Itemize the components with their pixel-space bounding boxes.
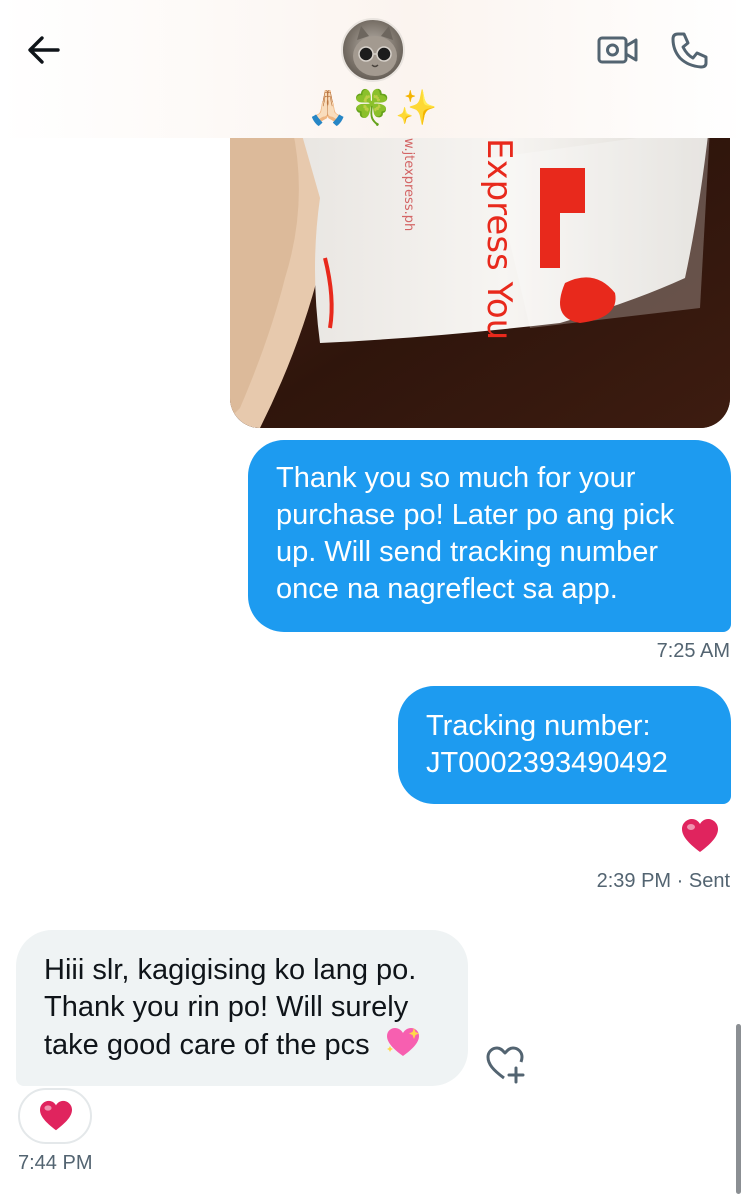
message-timestamp: 7:44 PM (18, 1152, 93, 1174)
heart-reaction-icon[interactable] (680, 818, 720, 854)
phone-call-icon[interactable] (668, 28, 712, 72)
scrollbar[interactable] (736, 1024, 741, 1194)
message-text: Tracking number: JT0002393490492 (426, 710, 668, 779)
heart-reaction-icon (40, 1100, 72, 1131)
message-status: 2:39 PM · Sent (597, 870, 730, 893)
avatar[interactable] (341, 18, 405, 82)
add-reaction-icon[interactable] (484, 1042, 528, 1086)
message-text: Hiii slr, kagigising ko lang po. Thank y… (44, 954, 417, 1061)
cat-with-glasses-icon (353, 26, 397, 76)
contact-name[interactable]: 🙏🏻🍀✨ (300, 88, 446, 128)
sent-message-bubble[interactable]: Thank you so much for your purchase po! … (248, 440, 731, 632)
message-timestamp: 2:39 PM (596, 870, 672, 892)
sent-message-bubble[interactable]: Tracking number: JT0002393490492 (398, 686, 731, 804)
received-reaction-pill[interactable] (18, 1088, 92, 1144)
message-timestamp: 7:25 AM (656, 640, 730, 662)
photo-message[interactable]: Express You w.jtexpress.ph (230, 118, 730, 428)
package-print-text: Express You (479, 138, 519, 340)
sparkling-heart-icon (386, 1028, 419, 1056)
conversation-header: 🙏🏻🍀✨ (0, 0, 746, 138)
arrow-left-icon[interactable] (22, 28, 66, 72)
message-text: Thank you so much for your purchase po! … (276, 462, 675, 605)
package-url-text: w.jtexpress.ph (401, 138, 416, 231)
received-message-bubble[interactable]: Hiii slr, kagigising ko lang po. Thank y… (16, 930, 468, 1086)
video-call-icon[interactable] (596, 30, 640, 70)
sent-status: · Sent (676, 870, 730, 892)
